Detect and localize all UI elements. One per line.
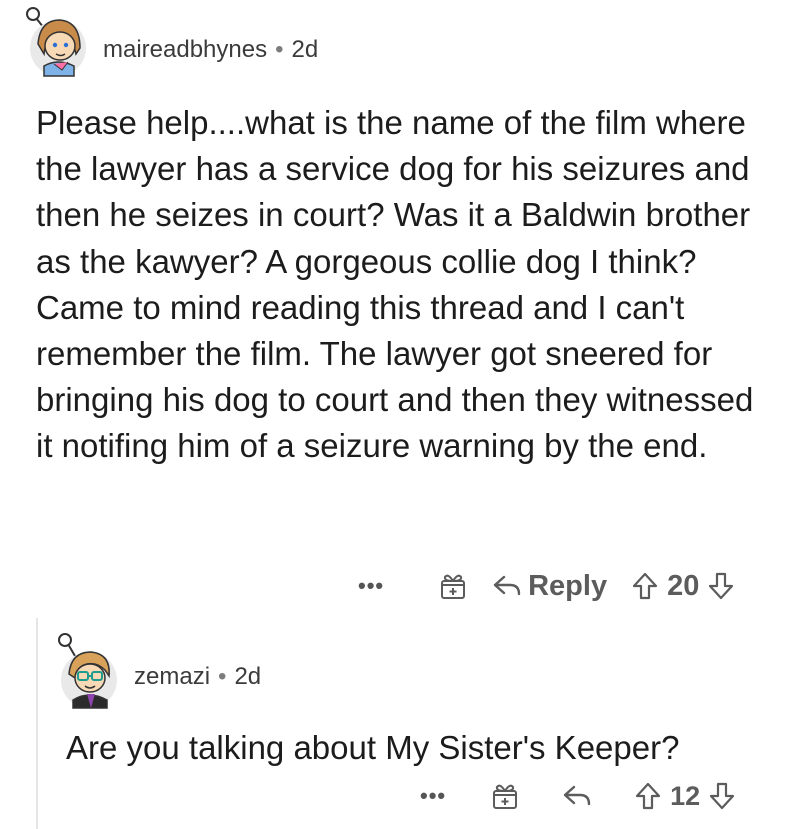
comment-text: Please help....what is the name of the f…: [36, 104, 754, 465]
downvote-arrow-icon[interactable]: [708, 781, 736, 811]
comment-actions: ••• 12: [420, 776, 736, 816]
comment-meta: zemazi • 2d: [134, 663, 261, 691]
downvote-arrow-icon[interactable]: [707, 571, 735, 601]
vote-score: 12: [670, 780, 701, 811]
username-link[interactable]: zemazi: [134, 663, 210, 690]
user-avatar-icon[interactable]: [57, 630, 119, 710]
more-options-button[interactable]: •••: [420, 785, 446, 807]
reply-label: Reply: [528, 569, 608, 602]
thread-line[interactable]: [36, 618, 38, 829]
meta-separator: •: [275, 36, 284, 63]
username-link[interactable]: maireadbhynes: [103, 36, 267, 63]
reply-button[interactable]: [562, 783, 592, 809]
gift-award-icon[interactable]: [438, 571, 468, 601]
reply-arrow-icon: [492, 573, 522, 599]
upvote-arrow-icon[interactable]: [634, 781, 662, 811]
more-options-button[interactable]: •••: [358, 575, 384, 597]
gift-award-icon[interactable]: [490, 781, 520, 811]
vote-score: 20: [667, 569, 700, 602]
reply-button[interactable]: Reply: [492, 570, 607, 603]
comment-body: Please help....what is the name of the f…: [36, 100, 766, 470]
comment-text: Are you talking about My Sister's Keeper…: [66, 729, 680, 766]
meta-separator: •: [218, 663, 227, 690]
reply-arrow-icon: [562, 783, 592, 809]
upvote-arrow-icon[interactable]: [631, 571, 659, 601]
comment-meta: maireadbhynes • 2d: [103, 36, 318, 64]
comment-actions: ••• Reply 20: [358, 566, 735, 606]
comment-body: Are you talking about My Sister's Keeper…: [66, 725, 679, 771]
comment-age: 2d: [234, 663, 262, 690]
comment-age: 2d: [291, 36, 319, 63]
user-avatar-icon[interactable]: [24, 4, 86, 78]
